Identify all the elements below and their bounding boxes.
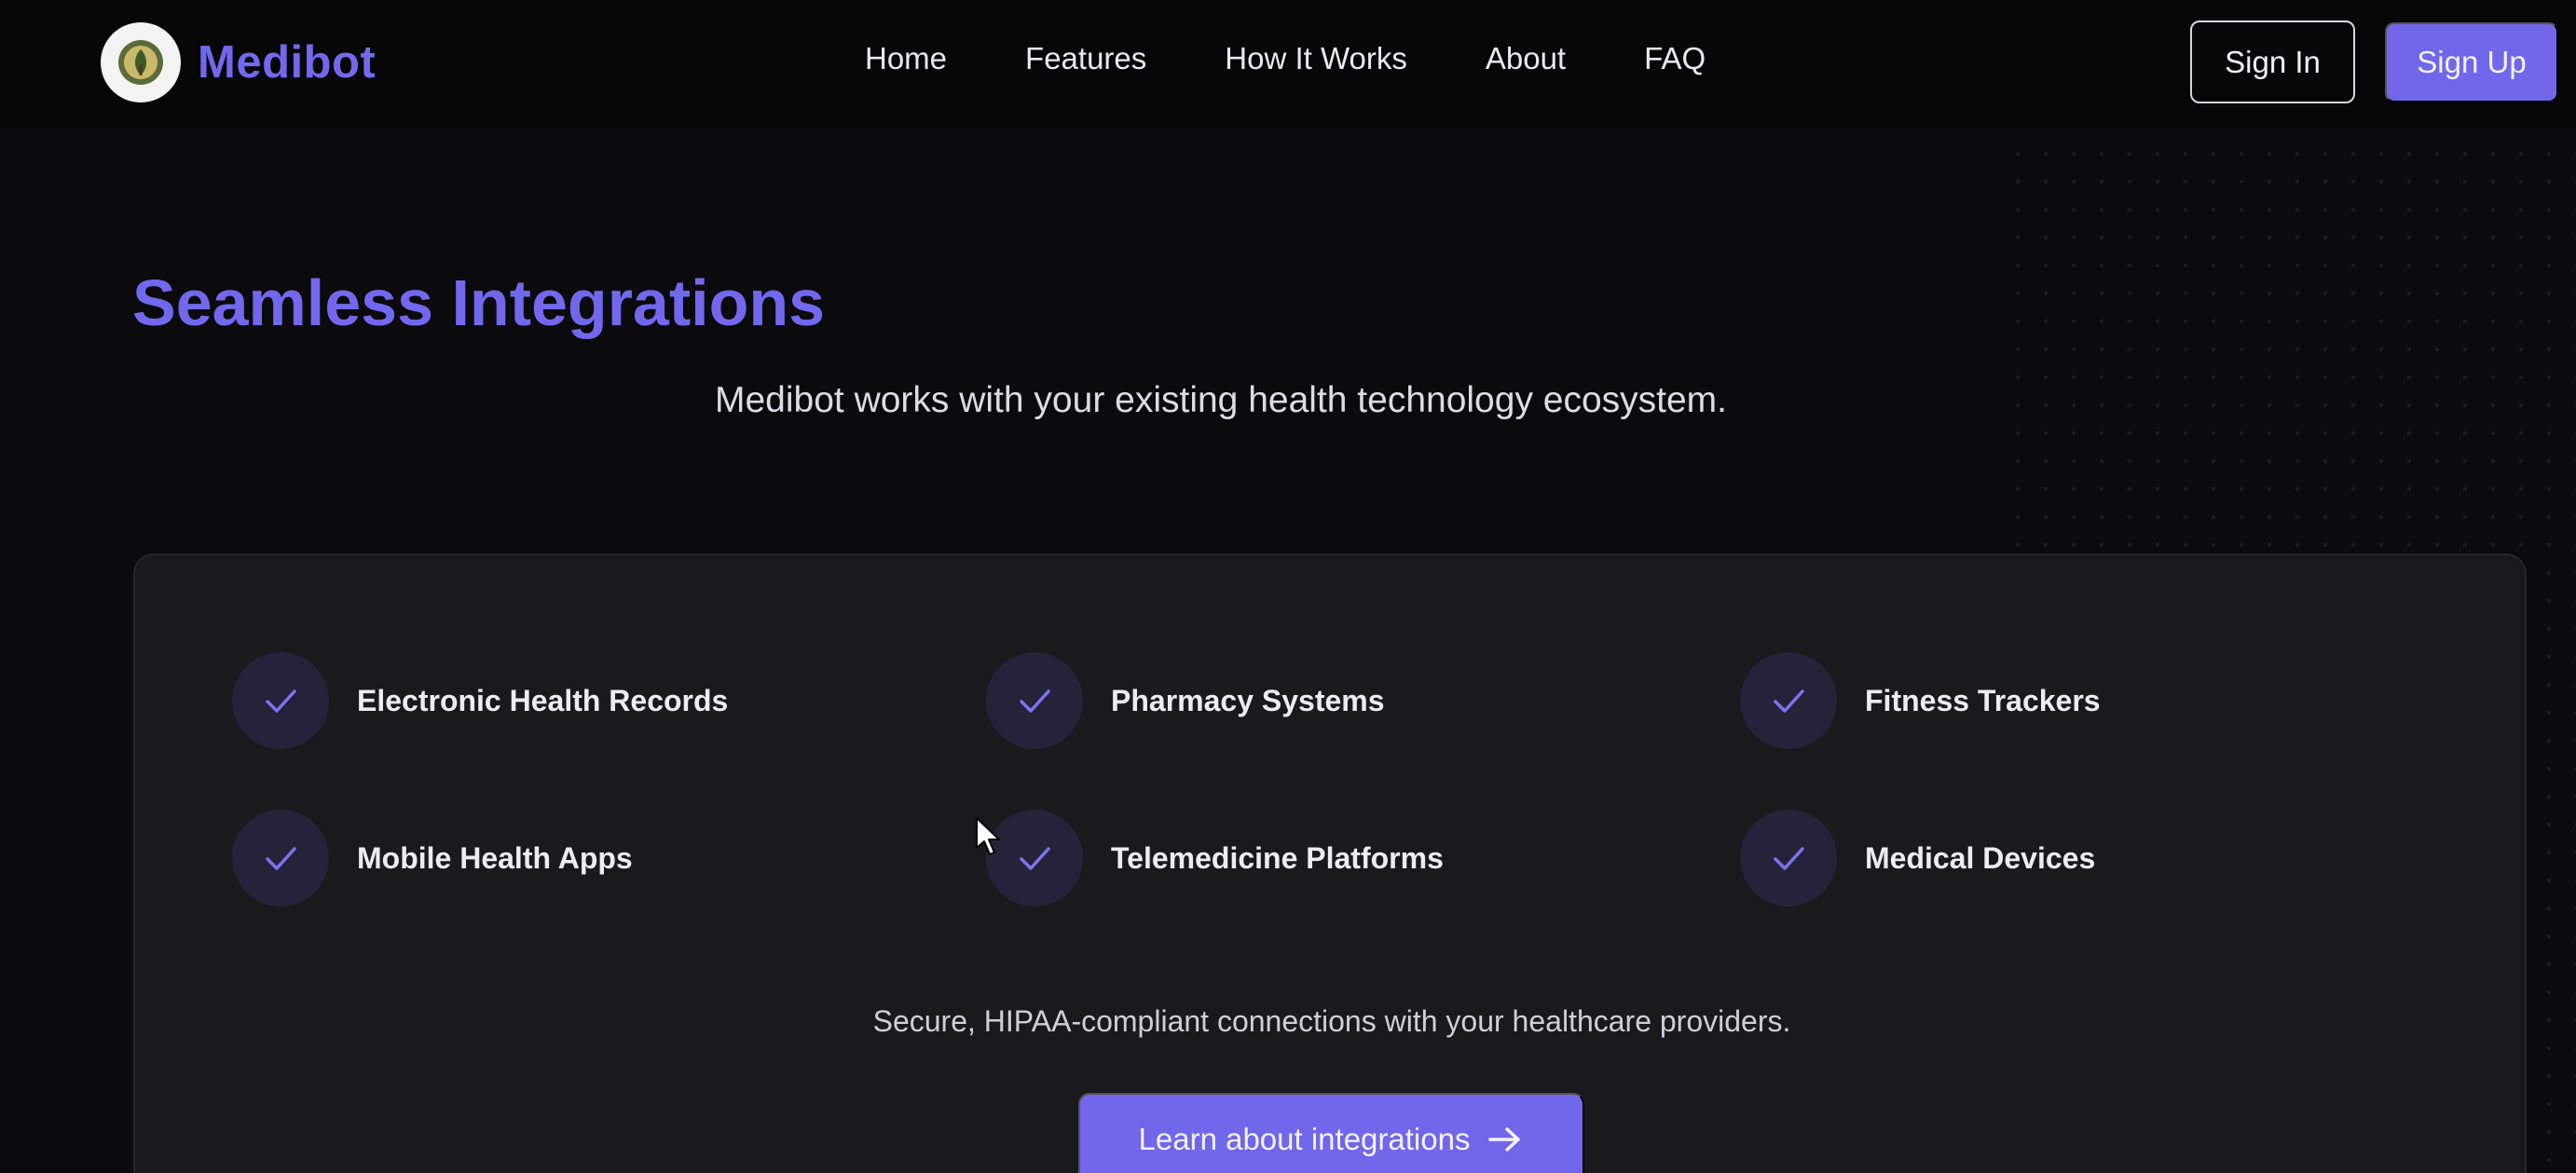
learn-integrations-button[interactable]: Learn about integrations — [1078, 1093, 1584, 1173]
check-icon — [1740, 652, 1837, 749]
section-title: Seamless Integrations — [132, 266, 826, 339]
integration-item-fitness: Fitness Trackers — [1740, 652, 2101, 749]
integration-label: Telemedicine Platforms — [1111, 840, 1444, 875]
brand-logo-link[interactable]: Medibot — [101, 22, 376, 102]
nav-links: Home Features How It Works About FAQ — [865, 41, 1784, 76]
integration-item-medical-devices: Medical Devices — [1740, 810, 2095, 907]
integration-label: Mobile Health Apps — [357, 840, 633, 875]
learn-integrations-label: Learn about integrations — [1138, 1122, 1471, 1156]
nav-link-about[interactable]: About — [1486, 41, 1566, 76]
nav-link-faq[interactable]: FAQ — [1644, 41, 1706, 76]
integrations-note: Secure, HIPAA-compliant connections with… — [872, 1004, 1791, 1038]
section-subtitle: Medibot works with your existing health … — [714, 380, 1728, 420]
integration-item-ehr: Electronic Health Records — [232, 652, 728, 749]
check-icon — [232, 652, 329, 749]
nav-link-features[interactable]: Features — [1025, 41, 1146, 76]
logo-icon — [101, 22, 181, 102]
integration-item-mobile-apps: Mobile Health Apps — [232, 810, 633, 907]
integration-label: Fitness Trackers — [1865, 683, 2101, 717]
nav-link-home[interactable]: Home — [865, 41, 947, 76]
nav-link-how-it-works[interactable]: How It Works — [1225, 41, 1407, 76]
page: Medibot Home Features How It Works About… — [0, 0, 2576, 1173]
integration-item-telemedicine: Telemedicine Platforms — [986, 810, 1444, 907]
sign-up-button[interactable]: Sign Up — [2385, 22, 2558, 102]
navbar: Medibot Home Features How It Works About… — [0, 0, 2576, 129]
brand-name: Medibot — [198, 37, 377, 88]
integration-label: Pharmacy Systems — [1111, 683, 1385, 717]
mouse-cursor-icon — [976, 817, 1000, 855]
check-icon — [1740, 810, 1837, 907]
integration-label: Electronic Health Records — [357, 683, 729, 717]
check-icon — [986, 652, 1083, 749]
check-icon — [232, 810, 329, 907]
arrow-right-icon — [1488, 1127, 1521, 1152]
integration-label: Medical Devices — [1865, 840, 2096, 875]
integrations-card: Electronic Health Records Pharmacy Syste… — [133, 553, 2527, 1173]
sign-in-button[interactable]: Sign In — [2190, 20, 2355, 103]
integration-item-pharmacy: Pharmacy Systems — [986, 652, 1385, 749]
